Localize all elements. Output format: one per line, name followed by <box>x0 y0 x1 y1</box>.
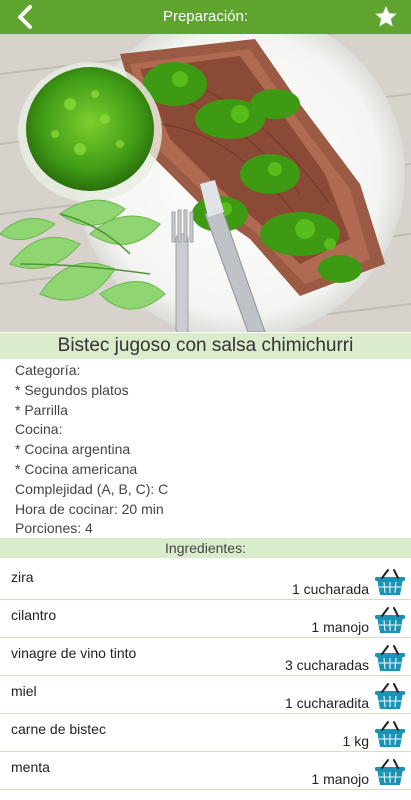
ingredient-quantity: 3 cucharadas <box>284 657 369 673</box>
ingredient-row: vinagre de vino tinto 3 cucharadas <box>0 638 411 676</box>
shopping-basket-icon[interactable] <box>373 682 407 712</box>
ingredient-quantity: 1 kg <box>342 733 369 749</box>
ingredient-quantity: 1 manojo <box>311 619 369 635</box>
favorite-button[interactable] <box>369 3 403 31</box>
recipe-photo <box>0 34 411 332</box>
ingredient-quantity: 1 cucharadita <box>284 695 369 711</box>
ingredient-name: carne de bistec <box>11 721 106 737</box>
cuisine-item: * Cocina americana <box>15 460 138 477</box>
star-icon <box>374 5 398 27</box>
servings: Porciones: 4 <box>15 520 93 537</box>
ingredient-row: menta 1 manojo <box>0 752 411 790</box>
shopping-basket-icon[interactable] <box>373 568 407 598</box>
top-bar: Preparación: <box>0 0 411 34</box>
shopping-basket-icon[interactable] <box>373 758 407 788</box>
ingredients-header: Ingredientes: <box>0 538 411 558</box>
ingredient-name: miel <box>11 683 37 699</box>
ingredient-name: vinagre de vino tinto <box>11 645 137 661</box>
category-label: Categoría: <box>15 362 81 378</box>
complexity: Complejidad (A, B, C): C <box>15 480 169 497</box>
cuisine-label: Cocina: <box>15 421 63 438</box>
shopping-basket-icon[interactable] <box>373 606 407 636</box>
shopping-basket-icon[interactable] <box>373 644 407 674</box>
cooking-time: Hora de cocinar: 20 min <box>15 500 164 517</box>
ingredient-row: miel 1 cucharadita <box>0 676 411 714</box>
screen-title: Preparación: <box>162 8 249 25</box>
ingredient-quantity: 1 manojo <box>311 771 369 787</box>
ingredient-name: menta <box>11 759 50 775</box>
ingredient-row: cilantro 1 manojo <box>0 600 411 638</box>
shopping-basket-icon[interactable] <box>373 720 407 750</box>
ingredients-list: zira 1 cucharada cilantro 1 manojo vinag… <box>0 562 411 790</box>
recipe-title: Bistec jugoso con salsa chimichurri <box>0 333 411 359</box>
category-item: * Parrilla <box>15 401 68 418</box>
category-item: * Segundos platos <box>15 381 129 398</box>
ingredient-name: zira <box>11 569 34 585</box>
ingredient-quantity: 1 cucharada <box>291 581 369 597</box>
recipe-info: Categoría: * Segundos platos * Parrilla … <box>15 361 395 539</box>
ingredient-name: cilantro <box>11 607 57 623</box>
ingredient-row: zira 1 cucharada <box>0 562 411 600</box>
ingredient-row: carne de bistec 1 kg <box>0 714 411 752</box>
cuisine-item: * Cocina argentina <box>15 441 131 458</box>
